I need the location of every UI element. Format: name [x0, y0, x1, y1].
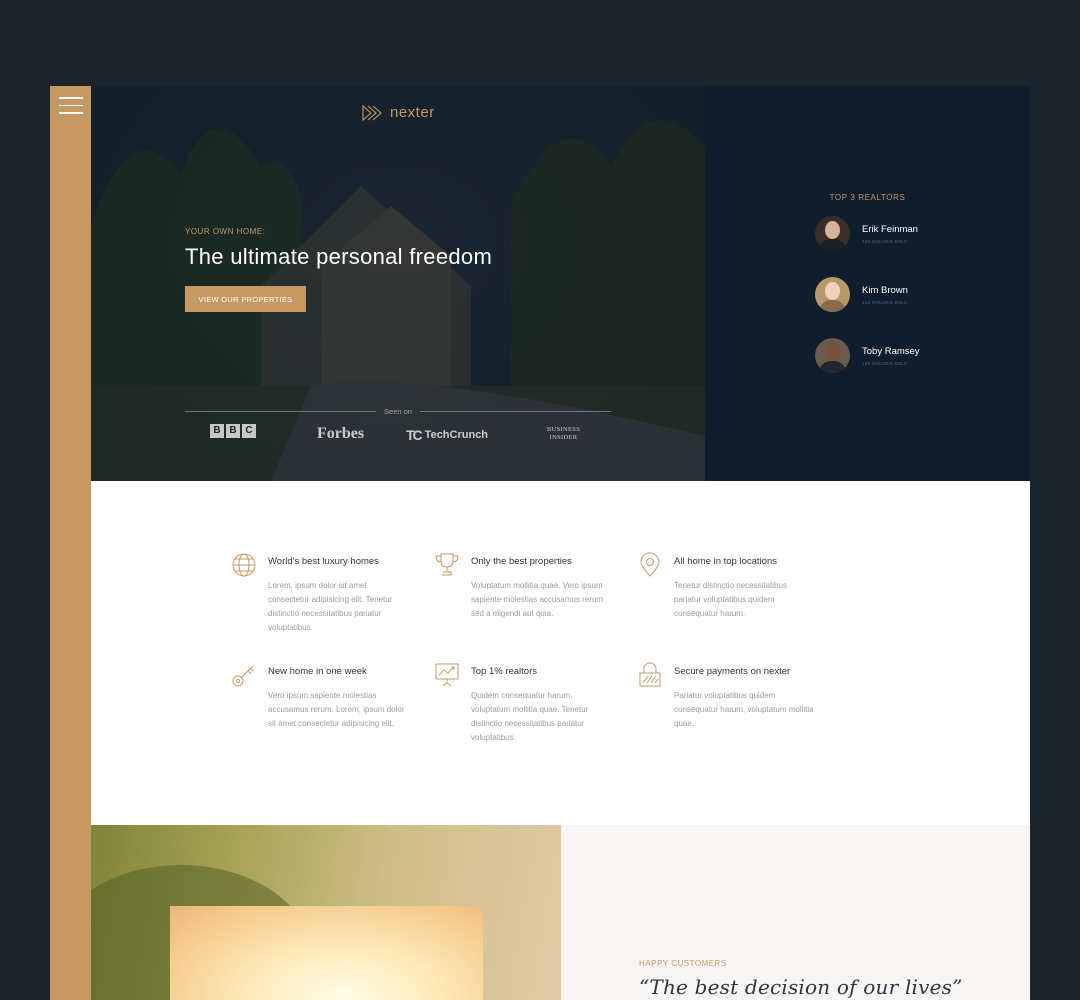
testimonial-section: Happy Customers “The best decision of ou…	[561, 825, 1030, 1000]
techcrunch-logo: TC TechCrunch	[406, 427, 489, 443]
feature-text: Tenetur distinctio necessitatibus pariat…	[674, 581, 787, 618]
seen-on-divider: Seen on	[185, 407, 612, 416]
sidebar	[50, 86, 91, 1000]
features-section: World's best luxury homes Lorem, ipsum d…	[91, 481, 1030, 825]
hero-background-image	[91, 120, 705, 481]
logo[interactable]: nexter	[362, 104, 435, 121]
forbes-logo: Forbes	[317, 425, 365, 442]
hamburger-menu-icon[interactable]	[59, 97, 83, 115]
realtor-name: Toby Ramsey	[862, 345, 920, 357]
story-image	[91, 825, 561, 1000]
feature-text: Voluptatum mollitia quae. Vero ipsum sap…	[471, 581, 604, 618]
map-pin-icon	[640, 552, 660, 577]
hero-headline: The ultimate personal freedom	[185, 244, 493, 269]
feature-title: Only the best properties	[471, 556, 572, 567]
page-frame: nexter Your own home: The ultimate perso…	[50, 86, 1030, 1000]
logo-icon	[362, 104, 382, 121]
feature-text: Lorem, ipsum dolor sit amet consectetur …	[268, 581, 393, 632]
presentation-icon	[435, 663, 459, 687]
avatar	[815, 216, 850, 251]
logo-text: nexter	[390, 104, 435, 121]
feature-title: All home in top locations	[674, 556, 777, 567]
press-logos: BBC Forbes TC TechCrunch Business Inside…	[185, 424, 611, 444]
business-insider-logo: Business Insider	[547, 426, 581, 441]
testimonial-eyebrow: Happy Customers	[639, 959, 727, 968]
avatar	[815, 338, 850, 373]
lock-icon	[639, 662, 661, 687]
top-realtors-panel: Top 3 Realtors Erik Feinman 245 houses s…	[705, 86, 1030, 481]
hero-section: nexter Your own home: The ultimate perso…	[91, 86, 705, 481]
realtors-title: Top 3 Realtors	[829, 193, 906, 202]
realtor-sold: 198 houses sold	[862, 360, 908, 366]
realtor-item[interactable]: Kim Brown 212 houses sold	[815, 277, 908, 312]
realtor-name: Erik Feinman	[862, 223, 918, 235]
feature-title: Secure payments on nexter	[674, 666, 791, 677]
feature-text: Vero ipsum sapiente molestias accusamus …	[268, 691, 405, 728]
realtor-name: Kim Brown	[862, 284, 908, 296]
realtor-item[interactable]: Erik Feinman 245 houses sold	[815, 216, 918, 251]
seen-on-label: Seen on	[384, 407, 412, 416]
feature-title: New home in one week	[268, 666, 367, 677]
realtor-sold: 212 houses sold	[862, 299, 908, 305]
hero-eyebrow: Your own home:	[185, 227, 266, 236]
view-properties-button[interactable]: View our properties	[185, 286, 306, 312]
feature-title: World's best luxury homes	[268, 556, 379, 567]
feature-text: Quidem consequatur harum, voluptatum mol…	[471, 691, 589, 742]
globe-icon	[232, 553, 256, 577]
avatar	[815, 277, 850, 312]
key-icon	[232, 665, 254, 687]
feature-text: Pariatur voluptatibus quidem consequatur…	[674, 691, 814, 728]
feature-title: Top 1% realtors	[471, 666, 538, 677]
story-photo-card	[170, 906, 483, 1000]
realtor-item[interactable]: Toby Ramsey 198 houses sold	[815, 338, 920, 373]
testimonial-quote: “The best decision of our lives”	[639, 975, 963, 999]
trophy-icon	[435, 553, 459, 576]
realtor-sold: 245 houses sold	[862, 238, 908, 244]
bbc-logo: BBC	[210, 424, 256, 438]
